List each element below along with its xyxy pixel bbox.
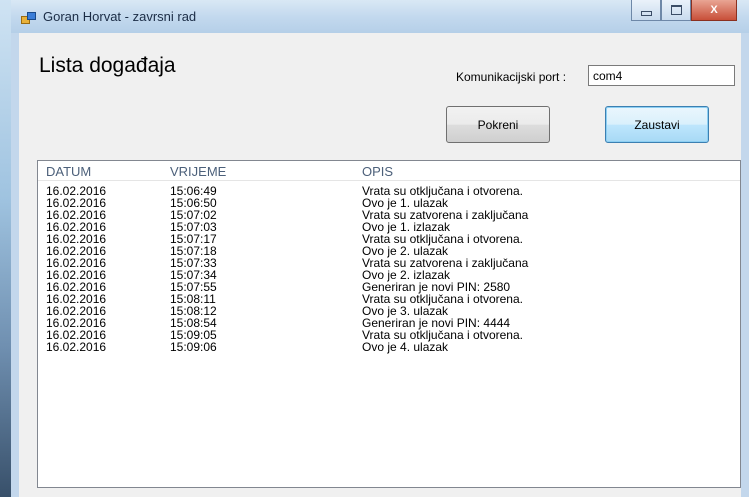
column-header-vrijeme[interactable]: VRIJEME bbox=[170, 164, 226, 179]
event-list[interactable]: DATUM VRIJEME OPIS 16.02.2016 15:06:49 Vra… bbox=[37, 160, 741, 488]
cell-description: Ovo je 4. ulazak bbox=[362, 340, 449, 354]
maximize-icon bbox=[670, 5, 682, 15]
title-bar[interactable]: Goran Horvat - zavrsni rad X bbox=[11, 0, 749, 33]
column-header-opis[interactable]: OPIS bbox=[362, 164, 393, 179]
list-item[interactable]: 16.02.2016 15:09:06 Ovo je 4. ulazak bbox=[38, 341, 740, 353]
client-area: Lista događaja Komunikacijski port : Pok… bbox=[11, 33, 749, 497]
close-icon: X bbox=[710, 4, 718, 16]
column-header-datum[interactable]: DATUM bbox=[46, 164, 91, 179]
list-body: 16.02.2016 15:06:49 Vrata su otključana i … bbox=[38, 185, 740, 353]
maximize-button[interactable] bbox=[661, 0, 691, 21]
minimize-button[interactable] bbox=[631, 0, 661, 21]
start-button[interactable]: Pokreni bbox=[446, 106, 550, 143]
app-icon bbox=[21, 12, 36, 24]
window-title: Goran Horvat - zavrsni rad bbox=[43, 9, 197, 24]
list-header: DATUM VRIJEME OPIS bbox=[38, 161, 740, 181]
close-button[interactable]: X bbox=[691, 0, 737, 21]
stop-button[interactable]: Zaustavi bbox=[605, 106, 709, 143]
page-title: Lista događaja bbox=[39, 54, 176, 77]
desktop-background bbox=[0, 0, 11, 497]
minimize-icon bbox=[640, 10, 652, 16]
port-label: Komunikacijski port : bbox=[456, 70, 567, 84]
app-window: Goran Horvat - zavrsni rad X Lista događ… bbox=[11, 0, 749, 497]
port-input[interactable] bbox=[588, 65, 735, 86]
cell-time: 15:09:06 bbox=[170, 340, 217, 354]
window-controls: X bbox=[631, 0, 737, 22]
cell-date: 16.02.2016 bbox=[46, 340, 107, 354]
